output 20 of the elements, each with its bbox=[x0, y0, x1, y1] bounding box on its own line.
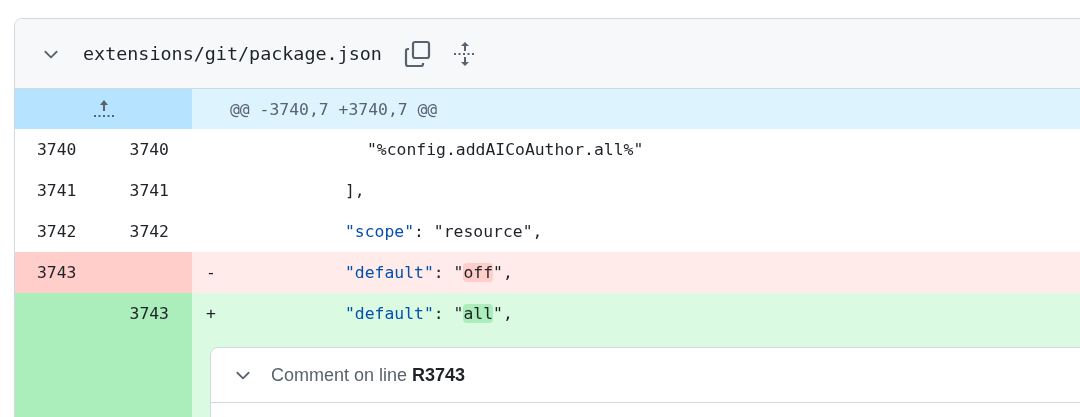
code-line: ], bbox=[344, 181, 365, 200]
code-line: "default": "all", bbox=[344, 304, 513, 323]
line-number[interactable]: 3743 bbox=[129, 304, 169, 323]
file-path: extensions/git/package.json bbox=[83, 43, 382, 64]
diff-sign: + bbox=[206, 304, 216, 323]
line-number[interactable]: 3742 bbox=[129, 222, 169, 241]
line-number[interactable]: 3740 bbox=[129, 140, 169, 159]
line-number[interactable]: 3741 bbox=[37, 181, 77, 200]
line-number[interactable]: 3740 bbox=[37, 140, 77, 159]
code-line: "default": "off", bbox=[344, 263, 513, 282]
comment-title: Comment on line R3743 bbox=[271, 364, 466, 386]
expand-up-icon[interactable] bbox=[92, 99, 115, 119]
code-line: "%config.addAICoAuthor.all%" bbox=[366, 140, 644, 159]
hunk-header: @@ -3740,7 +3740,7 @@ bbox=[229, 99, 438, 119]
code-line: "scope": "resource", bbox=[344, 222, 543, 241]
copy-icon[interactable] bbox=[403, 39, 432, 68]
line-number[interactable]: 3743 bbox=[37, 263, 77, 282]
diff-sign: - bbox=[206, 263, 216, 282]
line-number[interactable]: 3741 bbox=[129, 181, 169, 200]
line-number[interactable]: 3742 bbox=[37, 222, 77, 241]
